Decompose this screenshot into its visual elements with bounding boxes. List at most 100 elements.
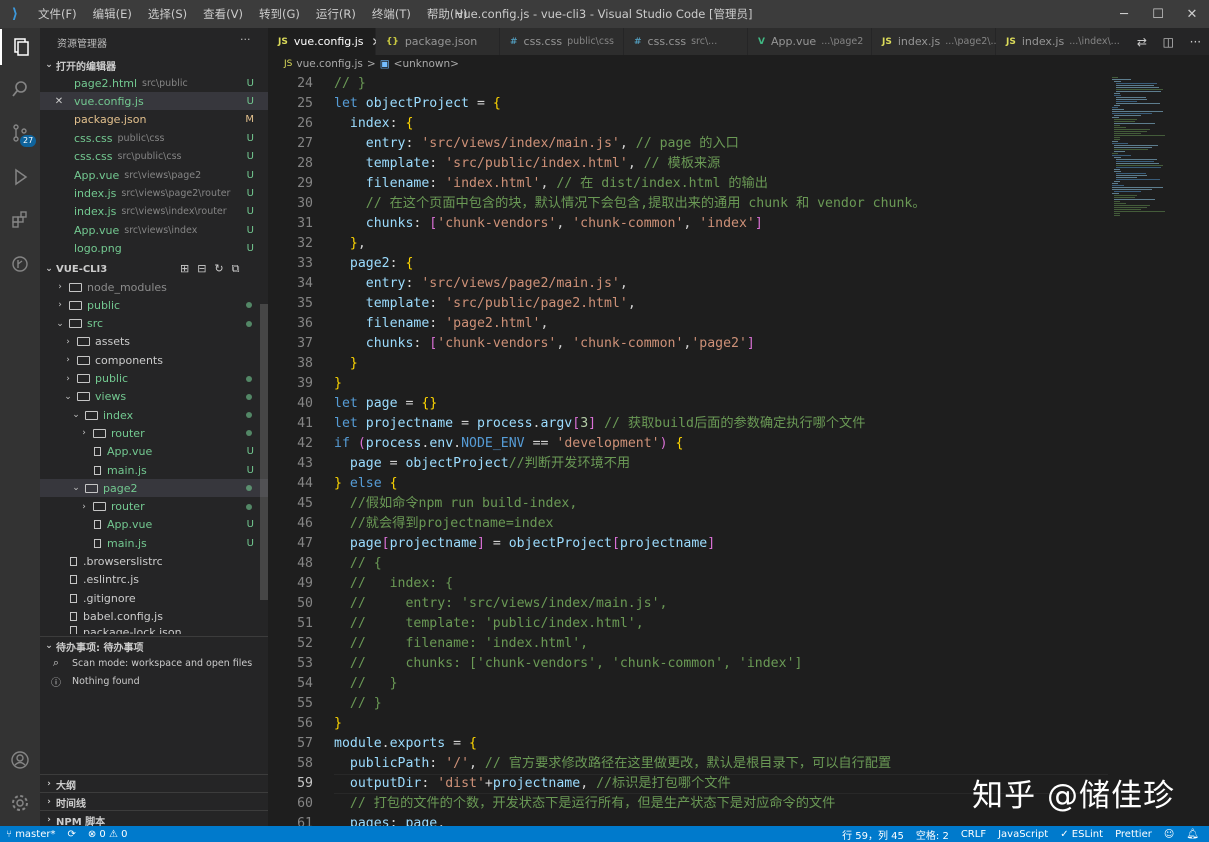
project-header[interactable]: ⌄ VUE-CLI3 ⊞⊟↻⧉ [40, 260, 268, 278]
editor-tab[interactable]: V App.vue ...\page2 [748, 28, 872, 55]
code-text: // { [349, 556, 382, 571]
tree-folder[interactable]: › node_modules [40, 278, 268, 296]
prettier-status[interactable]: Prettier [1109, 829, 1158, 840]
open-editor-item[interactable]: css.css src\public\css U [40, 148, 268, 166]
line-ending[interactable]: CRLF [955, 829, 992, 840]
tree-folder[interactable]: › public [40, 296, 268, 314]
tree-file[interactable]: .gitignore [40, 589, 268, 607]
maximize-button[interactable]: ☐ [1141, 0, 1175, 28]
menu-item[interactable]: 查看(V) [195, 6, 251, 22]
open-editor-path: src\public\css [117, 151, 182, 163]
explorer-toolbar-icons[interactable]: ⊞⊟↻⧉ [180, 262, 248, 276]
feedback-icon[interactable]: ☺ [1158, 829, 1180, 840]
compare-icon[interactable]: ⇄ [1137, 35, 1147, 49]
remote-explorer-icon[interactable] [0, 246, 40, 282]
chevron-right-icon: › [47, 779, 51, 789]
editor-tab[interactable]: # css.css public\css [500, 28, 624, 55]
minimap-line [1112, 185, 1124, 186]
tree-folder[interactable]: ⌄ views [40, 388, 268, 406]
source-control-icon[interactable]: 27 [0, 115, 40, 151]
cursor-position[interactable]: 行 59，列 45 [836, 827, 910, 842]
line-number: 49 [297, 576, 313, 591]
tree-file[interactable]: package-lock.json [40, 625, 268, 634]
minimap-line [1114, 93, 1120, 94]
tree-file[interactable]: main.js U [40, 461, 268, 479]
todo-header[interactable]: ⌄ 待办事项: 待办事项 [40, 636, 268, 655]
notifications-icon[interactable]: 🔔︎ [1180, 829, 1205, 840]
timeline-header[interactable]: › 时间线 [40, 792, 268, 811]
sidebar-scrollbar[interactable] [260, 304, 268, 600]
tree-file[interactable]: App.vue U [40, 443, 268, 461]
explorer-icon[interactable] [0, 29, 40, 65]
editor-tab[interactable]: JS index.js ...\page2\... [872, 28, 1000, 55]
menu-item[interactable]: 文件(F) [30, 6, 85, 22]
project-title: VUE-CLI3 [56, 263, 108, 275]
tree-file[interactable]: .eslintrc.js [40, 571, 268, 589]
code-editor[interactable]: 24 // } 25 let objectProject = {26 index: {… [268, 73, 1108, 826]
open-editor-item[interactable]: package.json M [40, 111, 268, 129]
split-editor-icon[interactable]: ◫ [1163, 35, 1174, 49]
accounts-icon[interactable] [0, 742, 40, 778]
breadcrumb-file[interactable]: vue.config.js [296, 58, 363, 70]
code-text: page = objectProject//判断开发环境不用 [349, 456, 631, 471]
open-editor-name: vue.config.js [74, 94, 144, 108]
menu-item[interactable]: 终端(T) [364, 6, 419, 22]
tree-folder[interactable]: ⌄ src [40, 315, 268, 333]
menu-item[interactable]: 选择(S) [140, 6, 195, 22]
tree-folder[interactable]: › router [40, 424, 268, 442]
outline-header[interactable]: › 大纲 [40, 774, 268, 793]
open-editor-item[interactable]: css.css public\css U [40, 129, 268, 147]
indentation[interactable]: 空格: 2 [910, 827, 955, 842]
close-icon[interactable]: ✕ [40, 96, 74, 107]
open-editor-item[interactable]: logo.png U [40, 240, 268, 258]
more-actions-icon[interactable]: ··· [1190, 35, 1201, 49]
tree-folder[interactable]: › components [40, 351, 268, 369]
git-status-badge: U [246, 77, 254, 89]
tree-file[interactable]: .browserslistrc [40, 553, 268, 571]
open-editors-header[interactable]: ⌄ 打开的编辑器 [40, 56, 268, 74]
open-editor-item[interactable]: App.vue src\views\index U [40, 221, 268, 239]
menu-item[interactable]: 转到(G) [251, 6, 308, 22]
tree-folder[interactable]: › public [40, 370, 268, 388]
chevron-right-icon: › [66, 355, 70, 366]
minimize-button[interactable]: ─ [1107, 0, 1141, 28]
extensions-icon[interactable] [0, 201, 40, 237]
eslint-status[interactable]: ✓ ESLint [1054, 829, 1109, 840]
editor-tab[interactable]: # css.css src\... [624, 28, 748, 55]
code-line: 28 template: 'src/public/index.html', //… [268, 154, 1108, 174]
breadcrumb-symbol[interactable]: <unknown> [394, 58, 459, 70]
sync-icon[interactable]: ⟳ [61, 829, 81, 840]
open-editor-item[interactable]: page2.html src\public U [40, 74, 268, 92]
tree-file[interactable]: App.vue U [40, 516, 268, 534]
code-line: 37 chunks: ['chunk-vendors', 'chunk-comm… [268, 334, 1108, 354]
menu-item[interactable]: 编辑(E) [85, 6, 140, 22]
open-editor-item[interactable]: index.js src\views\page2\router U [40, 184, 268, 202]
run-debug-icon[interactable] [0, 159, 40, 195]
close-window-button[interactable]: ✕ [1175, 0, 1209, 28]
minimap[interactable] [1108, 73, 1209, 826]
code-text: // entry: 'src/views/index/main.js', [349, 596, 668, 611]
tree-folder[interactable]: › router [40, 498, 268, 516]
problems-indicator[interactable]: ⊗ 0 ⚠ 0 [82, 829, 134, 840]
tree-file[interactable]: main.js U [40, 534, 268, 552]
settings-gear-icon[interactable] [0, 785, 40, 821]
open-editor-item[interactable]: ✕ vue.config.js U [40, 92, 268, 111]
more-actions-icon[interactable]: ··· [240, 33, 251, 46]
open-editor-item[interactable]: index.js src\views\index\router U [40, 203, 268, 221]
line-number: 61 [297, 816, 313, 826]
minimap-line [1116, 179, 1161, 180]
editor-tab[interactable]: JS index.js ...\index\... [996, 28, 1120, 55]
code-text: } [349, 356, 358, 371]
tree-folder[interactable]: › assets [40, 333, 268, 351]
tree-folder[interactable]: ⌄ index [40, 406, 268, 424]
tree-file[interactable]: babel.config.js [40, 607, 268, 625]
editor-tab[interactable]: {} package.json [376, 28, 500, 55]
search-icon[interactable] [0, 71, 40, 107]
menu-item[interactable]: 帮助(H) [419, 6, 476, 22]
git-branch[interactable]: ⑂ master* [0, 829, 61, 840]
language-mode[interactable]: JavaScript [992, 829, 1054, 840]
menu-item[interactable]: 运行(R) [308, 6, 364, 22]
open-editor-item[interactable]: App.vue src\views\page2 U [40, 166, 268, 184]
editor-tab[interactable]: JSvue.config.js✕ [268, 28, 382, 55]
tree-folder[interactable]: ⌄ page2 [40, 479, 268, 498]
